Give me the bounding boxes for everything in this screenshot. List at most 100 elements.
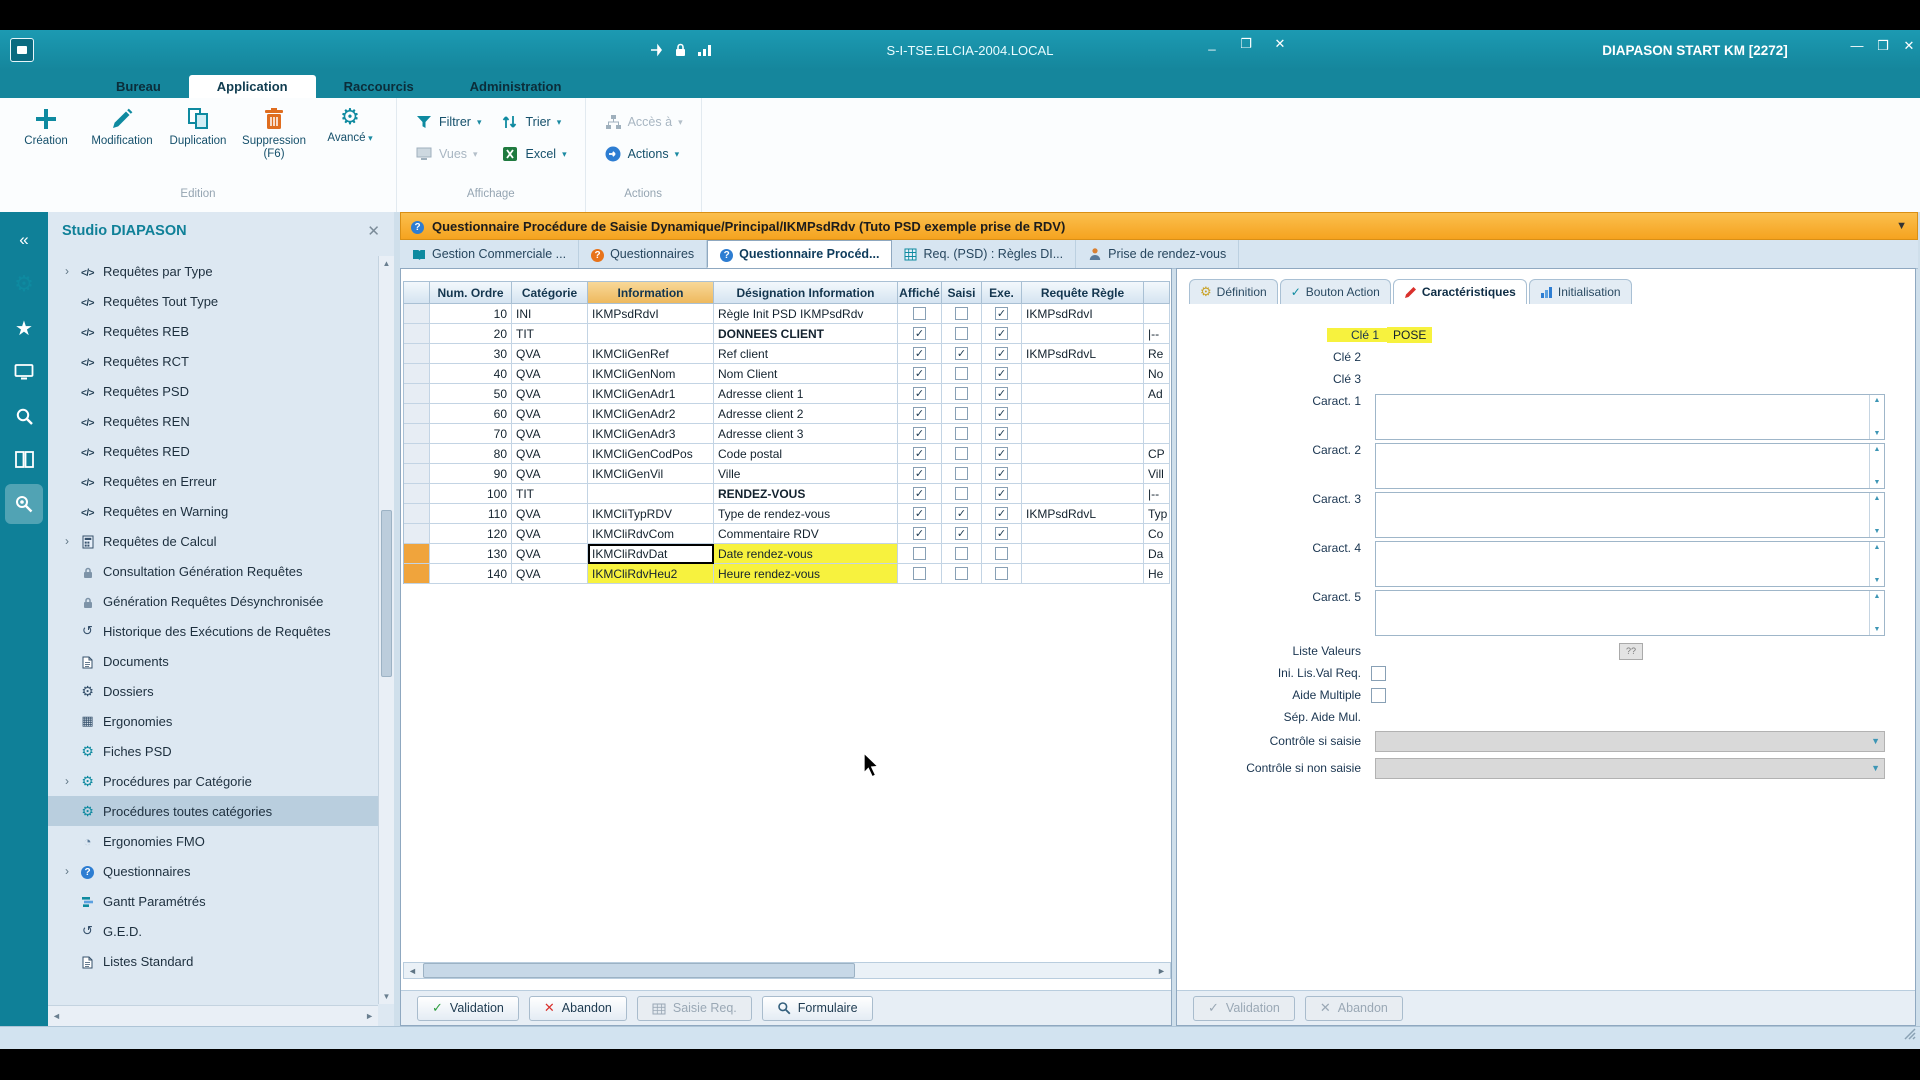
app-icon[interactable] (10, 38, 34, 62)
cell-partial[interactable]: |-- (1144, 484, 1170, 504)
props-abandon-button[interactable]: ✕ Abandon (1304, 995, 1403, 1021)
row-selector[interactable] (404, 524, 430, 544)
cell-categorie[interactable]: QVA (512, 404, 588, 424)
sidebar-item-ergonomies-fmo[interactable]: ◔ Ergonomies FMO (48, 826, 378, 856)
cell-categorie[interactable]: QVA (512, 384, 588, 404)
close-button[interactable]: ✕ (1268, 36, 1292, 56)
cell-saisi-checkbox[interactable] (955, 307, 968, 320)
excel-button[interactable]: Excel ▾ (493, 138, 574, 170)
cell-ordre[interactable]: 30 (430, 344, 512, 364)
spinner[interactable]: ▲ ▼ (1869, 542, 1884, 586)
sidebar-item-requ-tes-en-erreur[interactable]: </> Requêtes en Erreur (48, 466, 378, 496)
tab-gestion-commerciale[interactable]: Gestion Commerciale ... (400, 240, 580, 268)
cell-designation[interactable]: DONNEES CLIENT (714, 324, 898, 344)
row-selector[interactable] (404, 384, 430, 404)
props-validation-button[interactable]: ✓ Validation (1193, 995, 1295, 1021)
cell-exe[interactable]: ✓ (982, 384, 1022, 404)
cell-categorie[interactable]: QVA (512, 564, 588, 584)
row-selector[interactable] (404, 564, 430, 584)
cell-affiche[interactable]: ✓ (898, 384, 942, 404)
cell-exe[interactable]: ✓ (982, 464, 1022, 484)
cell-designation[interactable]: Ref client (714, 344, 898, 364)
maximize-button[interactable]: ❒ (1874, 38, 1892, 58)
sidebar-item-requ-tes-ren[interactable]: </> Requêtes REN (48, 406, 378, 436)
cell-information[interactable]: IKMCliGenVil (588, 464, 714, 484)
cell-requete-regle[interactable]: IKMPsdRdvI (1022, 304, 1144, 324)
menu-tab-application[interactable]: Application (188, 75, 316, 98)
cell-exe[interactable]: ✓ (982, 444, 1022, 464)
cell-designation[interactable]: Code postal (714, 444, 898, 464)
close-button[interactable]: ✕ (1900, 38, 1918, 58)
cell-designation[interactable]: Type de rendez-vous (714, 504, 898, 524)
scroll-down-icon[interactable]: ▼ (379, 989, 394, 1004)
cell-saisi-checkbox[interactable] (955, 387, 968, 400)
sidebar-item-listes-standard[interactable]: Listes Standard (48, 946, 378, 976)
chevron-down-icon[interactable]: ▼ (1896, 220, 1907, 232)
col-header-partial[interactable] (1144, 282, 1170, 304)
cell-information[interactable]: IKMCliGenAdr3 (588, 424, 714, 444)
cell-requete-regle[interactable] (1022, 424, 1144, 444)
cell-saisi-checkbox[interactable] (955, 467, 968, 480)
cell-saisi-checkbox[interactable] (955, 547, 968, 560)
cell-exe-checkbox[interactable]: ✓ (995, 467, 1008, 480)
sidebar-item-requ-tes-de-calcul[interactable]: › Requêtes de Calcul (48, 526, 378, 556)
cell-affiche-checkbox[interactable]: ✓ (913, 527, 926, 540)
cell-partial[interactable]: Ad (1144, 384, 1170, 404)
sidebar-item-historique-des-ex-cutions-de-requ-tes[interactable]: ↺ Historique des Exécutions de Requêtes (48, 616, 378, 646)
cell-partial[interactable]: No (1144, 364, 1170, 384)
cell-designation[interactable]: Adresse client 3 (714, 424, 898, 444)
scroll-left-icon[interactable]: ◄ (52, 1011, 61, 1021)
cell-information[interactable]: IKMCliGenNom (588, 364, 714, 384)
cell-exe-checkbox[interactable] (995, 547, 1008, 560)
scroll-left-icon[interactable]: ◄ (404, 966, 421, 976)
cell-affiche-checkbox[interactable]: ✓ (913, 507, 926, 520)
cell-ordre[interactable]: 140 (430, 564, 512, 584)
cell-affiche[interactable] (898, 564, 942, 584)
strip-monitor-icon[interactable] (5, 352, 43, 392)
cell-affiche-checkbox[interactable]: ✓ (913, 407, 926, 420)
cell-saisi[interactable] (942, 424, 982, 444)
cell-information[interactable]: IKMCliTypRDV (588, 504, 714, 524)
props-tab-d-finition[interactable]: ⚙ Définition (1189, 279, 1278, 304)
cell-ordre[interactable]: 130 (430, 544, 512, 564)
cell-information[interactable]: IKMCliRdvHeu2 (588, 564, 714, 584)
spinner[interactable]: ▲ ▼ (1869, 493, 1884, 537)
cell-affiche[interactable]: ✓ (898, 324, 942, 344)
strip-columns-icon[interactable] (5, 440, 43, 480)
cell-categorie[interactable]: TIT (512, 324, 588, 344)
row-selector[interactable] (404, 424, 430, 444)
cell-partial[interactable]: Re (1144, 344, 1170, 364)
tab-prise-de-rendez-vous[interactable]: Prise de rendez-vous (1076, 240, 1240, 268)
restore-button[interactable]: ❐ (1234, 36, 1258, 56)
cell-ordre[interactable]: 10 (430, 304, 512, 324)
spinner[interactable]: ▲ ▼ (1869, 444, 1884, 488)
strip-star-icon[interactable]: ★ (5, 308, 43, 348)
cell-affiche-checkbox[interactable]: ✓ (913, 327, 926, 340)
cell-exe[interactable]: ✓ (982, 424, 1022, 444)
row-selector[interactable] (404, 304, 430, 324)
sidebar-item-requ-tes-red[interactable]: </> Requêtes RED (48, 436, 378, 466)
cell-information[interactable] (588, 484, 714, 504)
cell-affiche[interactable] (898, 544, 942, 564)
cell-saisi-checkbox[interactable]: ✓ (955, 507, 968, 520)
scroll-up-icon[interactable]: ▲ (379, 256, 394, 271)
cell-saisi-checkbox[interactable] (955, 327, 968, 340)
caract-input-5[interactable]: ▲ ▼ (1375, 590, 1885, 636)
ini-lisval-checkbox[interactable] (1371, 665, 1386, 681)
tab-questionnaire-proc-d[interactable]: ? Questionnaire Procéd... (707, 240, 893, 268)
cell-designation[interactable]: Adresse client 1 (714, 384, 898, 404)
cell-ordre[interactable]: 40 (430, 364, 512, 384)
cell-partial[interactable]: CP (1144, 444, 1170, 464)
cell-saisi[interactable]: ✓ (942, 344, 982, 364)
row-selector[interactable] (404, 464, 430, 484)
strip-collapse-icon[interactable]: « (5, 220, 43, 260)
cell-exe[interactable]: ✓ (982, 344, 1022, 364)
col-header-saisi[interactable]: Saisi (942, 282, 982, 304)
duplication-button[interactable]: Duplication (162, 106, 234, 148)
cell-categorie[interactable]: INI (512, 304, 588, 324)
cell-affiche-checkbox[interactable]: ✓ (913, 447, 926, 460)
sidebar-item-gantt-param-tr-s[interactable]: Gantt Paramétrés (48, 886, 378, 916)
scrollbar-thumb[interactable] (423, 963, 855, 978)
cle1-value[interactable]: POSE (1387, 327, 1433, 343)
cell-ordre[interactable]: 20 (430, 324, 512, 344)
